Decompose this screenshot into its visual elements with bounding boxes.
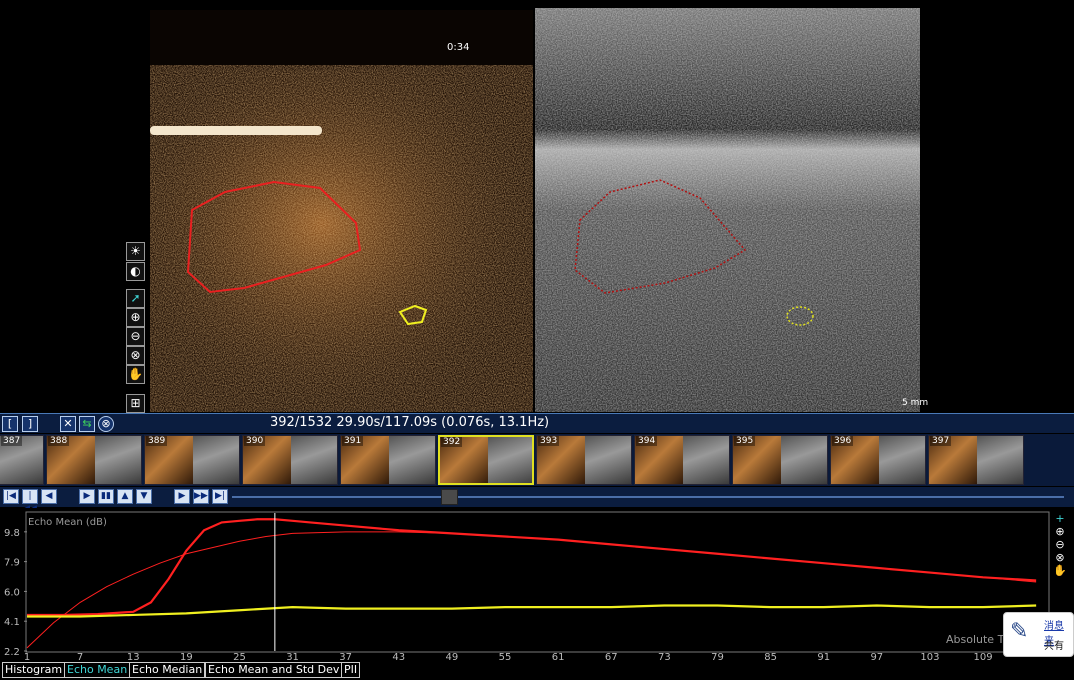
thumbnail[interactable]: 397 [928,435,1024,485]
notification-body: 共有 [1044,641,1064,652]
y-tick-label: 7.9 [4,558,20,569]
thumbnail[interactable]: 391 [340,435,436,485]
layout-icon[interactable]: ⊞ [126,394,145,413]
prev-marker-icon[interactable]: |◀◀ [22,489,38,514]
step-down-icon[interactable]: ▼ [136,489,152,504]
scale-label: 5 mm [902,398,929,408]
timer: 0:34 [447,42,470,53]
thumbnail[interactable]: 390 [242,435,338,485]
pen-paper-icon: ✎ [1010,619,1029,644]
step-up-icon[interactable]: ▲ [117,489,133,504]
thumbnail-selected[interactable]: 392 [438,435,534,485]
sun-icon[interactable]: ☀ [126,242,145,261]
corner-label: Absolute Ti [946,633,1007,646]
thumbnail[interactable]: 396 [830,435,926,485]
zoom-out-icon[interactable]: ⊖ [126,327,145,346]
step-forward-icon[interactable]: ▶ [174,489,190,504]
thumbnail[interactable]: 394 [634,435,730,485]
zoom-in-icon[interactable]: ⊕ [126,308,145,327]
pan-hand-icon[interactable]: ✋ [126,365,145,384]
y-tick-label: 4.1 [4,617,20,628]
pause-icon[interactable]: ▮▮ [98,489,114,504]
zoom-reset-icon[interactable]: ⊗ [126,346,145,365]
frame-info: 392/1532 29.90s/117.09s (0.076s, 13.1Hz) [270,415,550,430]
chart-tabs: Histogram Echo Mean Echo Median Echo Mea… [0,661,1074,680]
y-tick-label: 9.8 [4,528,20,539]
chart-zoom-tools: + ⊕ ⊖ ⊗ ✋ [1053,512,1067,578]
tab-pii[interactable]: PII [341,662,361,678]
mark-start-icon[interactable]: [ [2,416,18,432]
thumbnail[interactable]: 388 [46,435,142,485]
chart-title: Echo Mean (dB) [28,517,107,528]
y-tick-label: 6.0 [4,587,20,598]
contrast-ultrasound-view[interactable] [150,10,533,412]
thumbnail[interactable]: 389 [144,435,240,485]
next-marker-icon[interactable]: ▶▶| [193,489,211,504]
notification-popup[interactable]: ✎ 消息来 共有 [1003,612,1074,657]
thumbnail-strip: 387 388 389 390 391 392 393 394 395 396 … [0,434,1074,486]
bmode-ultrasound-view[interactable] [535,8,920,412]
tab-echo-mean-std[interactable]: Echo Mean and Std Dev [205,662,343,678]
frame-toolbar: [ ] ✕ ⇆ ⊗ 392/1532 29.90s/117.09s (0.076… [0,413,1074,433]
thumbnail[interactable]: 387 [0,435,44,485]
echo-mean-chart[interactable]: Echo Mean (dB) 9.8 7.9 6.0 4.1 2.2 1 7 13 19 25 3… [0,508,1074,662]
cancel-icon[interactable]: ⊗ [98,416,114,432]
compare-icon[interactable]: ⇆ [79,416,95,432]
thumbnail[interactable]: 393 [536,435,632,485]
zoom-out-icon[interactable]: ⊖ [1053,538,1067,551]
timeline-slider-handle[interactable] [441,489,458,505]
needle-reflection [150,126,322,135]
close-icon[interactable]: ✕ [60,416,76,432]
timeline-slider[interactable] [232,496,1064,498]
step-back-icon[interactable]: ◀ [41,489,57,504]
play-icon[interactable]: ▶ [79,489,95,504]
zoom-in-icon[interactable]: ⊕ [1053,525,1067,538]
pointer-icon[interactable]: ➚ [126,289,145,308]
y-tick-label: 2.2 [4,647,20,658]
zoom-reset-icon[interactable]: ⊗ [1053,551,1067,564]
tab-echo-median[interactable]: Echo Median [129,662,206,678]
tab-echo-mean[interactable]: Echo Mean [64,662,131,678]
pan-hand-icon[interactable]: ✋ [1053,564,1067,577]
mark-end-icon[interactable]: ] [22,416,38,432]
thumbnail[interactable]: 395 [732,435,828,485]
add-icon[interactable]: + [1053,512,1067,525]
tab-histogram[interactable]: Histogram [2,662,66,678]
contrast-icon[interactable]: ◐ [126,262,145,281]
first-frame-icon[interactable]: |◀ [3,489,19,504]
last-frame-icon[interactable]: ▶| [212,489,228,504]
